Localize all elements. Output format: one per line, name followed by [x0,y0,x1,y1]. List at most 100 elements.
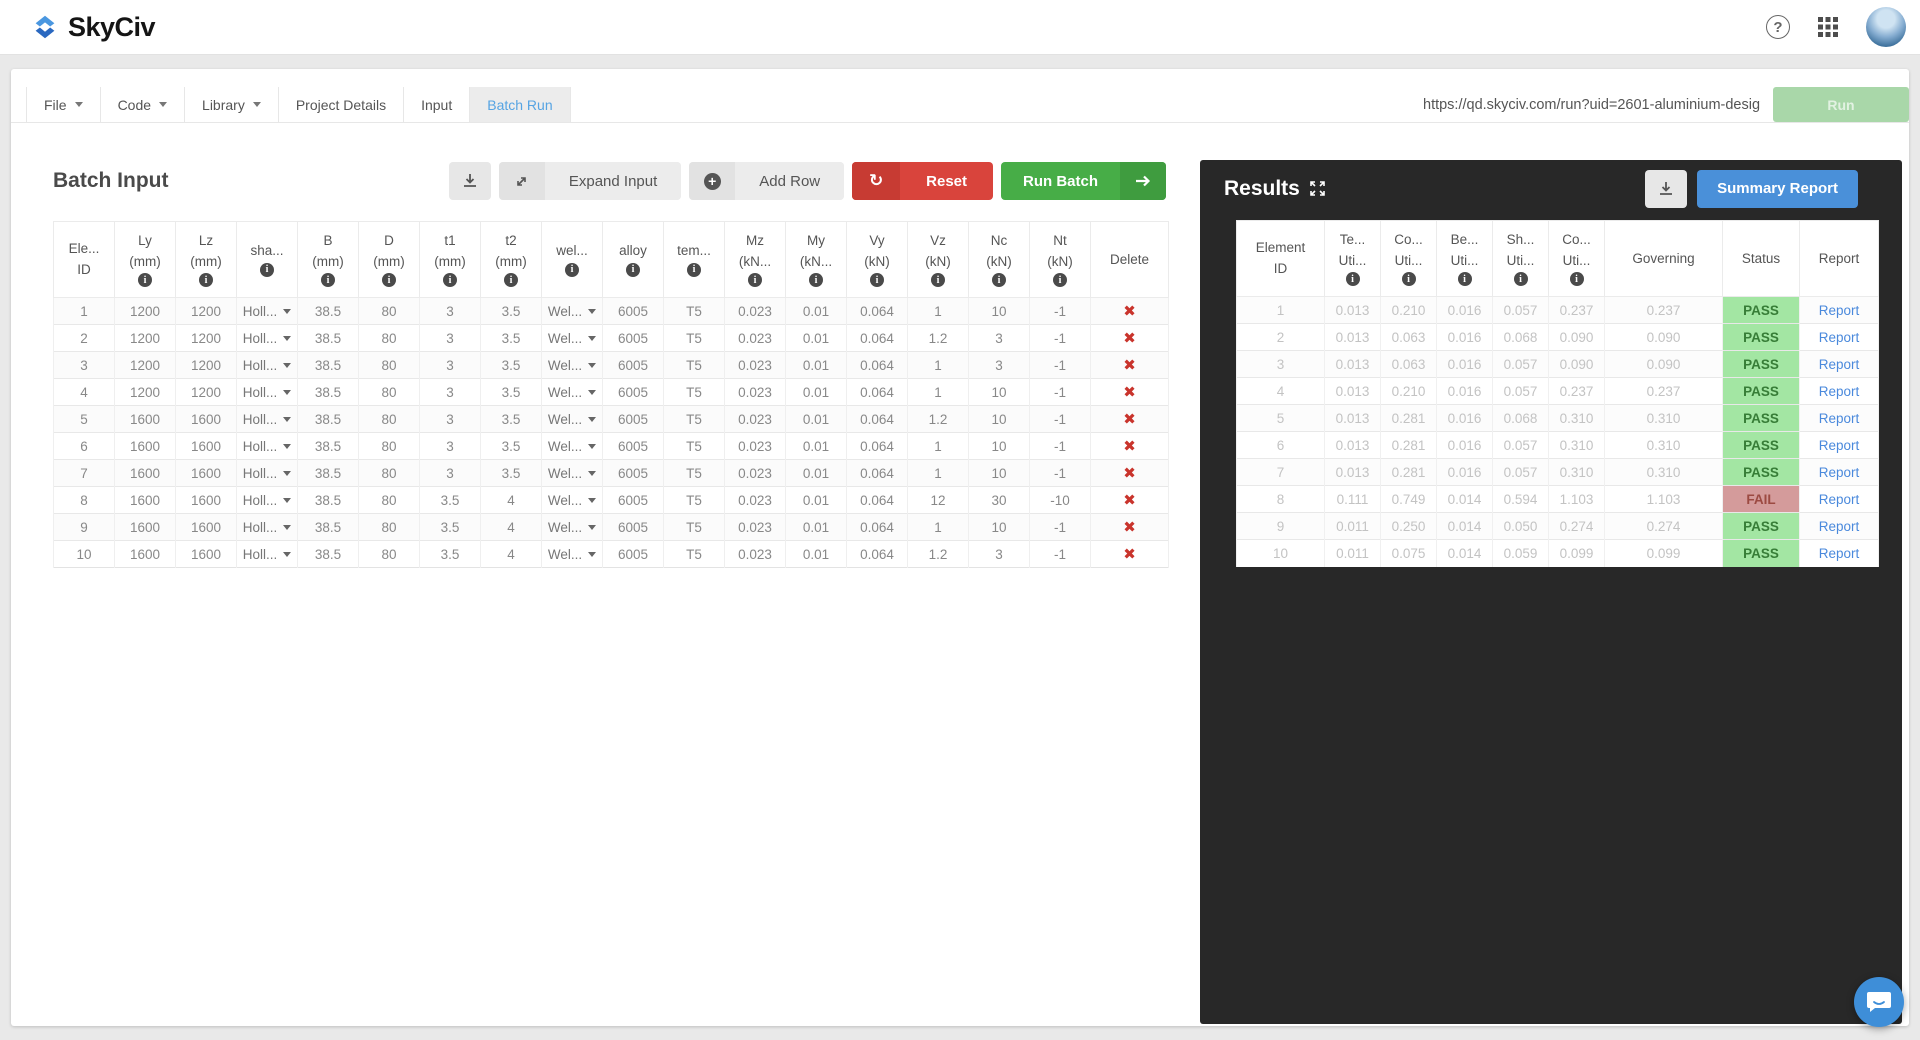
cell-mz[interactable]: 0.023 [725,325,786,352]
cell-weld-dropdown[interactable]: Wel... [548,304,596,319]
cell-nt[interactable]: -1 [1030,433,1091,460]
cell-d[interactable]: 80 [359,352,420,379]
cell-shape[interactable]: Holl... [237,298,298,325]
cell-element_id[interactable]: 4 [54,379,115,406]
cell-vy[interactable]: 0.064 [847,325,908,352]
cell-shape-dropdown[interactable]: Holl... [243,547,292,562]
cell-nt[interactable]: -1 [1030,514,1091,541]
cell-mz[interactable]: 0.023 [725,379,786,406]
cell-nt[interactable]: -1 [1030,460,1091,487]
cell-element_id[interactable]: 2 [54,325,115,352]
report-link[interactable]: Report [1819,384,1860,399]
report-link[interactable]: Report [1819,303,1860,318]
info-icon[interactable]: i [1514,272,1528,286]
cell-d[interactable]: 80 [359,514,420,541]
download-results-button[interactable] [1645,170,1687,208]
cell-vz[interactable]: 1 [908,379,969,406]
cell-element_id[interactable]: 3 [54,352,115,379]
cell-nc[interactable]: 30 [969,487,1030,514]
cell-weld[interactable]: Wel... [542,433,603,460]
cell-vy[interactable]: 0.064 [847,487,908,514]
cell-mz[interactable]: 0.023 [725,406,786,433]
cell-t2[interactable]: 3.5 [481,298,542,325]
info-icon[interactable]: i [748,273,762,287]
cell-shape[interactable]: Holl... [237,379,298,406]
cell-weld-dropdown[interactable]: Wel... [548,439,596,454]
cell-t1[interactable]: 3 [420,406,481,433]
cell-alloy[interactable]: 6005 [603,406,664,433]
expand-input-button[interactable]: Expand Input [499,162,681,200]
report-link[interactable]: Report [1819,465,1860,480]
cell-weld-dropdown[interactable]: Wel... [548,493,596,508]
cell-nc[interactable]: 10 [969,298,1030,325]
cell-shape-dropdown[interactable]: Holl... [243,493,292,508]
cell-nc[interactable]: 3 [969,325,1030,352]
cell-my[interactable]: 0.01 [786,352,847,379]
cell-t1[interactable]: 3 [420,325,481,352]
cell-t1[interactable]: 3.5 [420,487,481,514]
cell-d[interactable]: 80 [359,541,420,568]
cell-alloy[interactable]: 6005 [603,541,664,568]
cell-lz[interactable]: 1200 [176,298,237,325]
delete-row-button[interactable]: ✖ [1123,438,1136,455]
cell-nc[interactable]: 10 [969,406,1030,433]
cell-my[interactable]: 0.01 [786,379,847,406]
cell-element_id[interactable]: 7 [54,460,115,487]
info-icon[interactable]: i [809,273,823,287]
cell-b[interactable]: 38.5 [298,541,359,568]
cell-element_id[interactable]: 6 [54,433,115,460]
delete-row-button[interactable]: ✖ [1123,357,1136,374]
info-icon[interactable]: i [870,273,884,287]
cell-my[interactable]: 0.01 [786,487,847,514]
cell-alloy[interactable]: 6005 [603,487,664,514]
cell-t1[interactable]: 3 [420,352,481,379]
cell-lz[interactable]: 1600 [176,541,237,568]
cell-t2[interactable]: 4 [481,514,542,541]
cell-d[interactable]: 80 [359,487,420,514]
cell-mz[interactable]: 0.023 [725,460,786,487]
cell-ly[interactable]: 1600 [115,541,176,568]
cell-shape-dropdown[interactable]: Holl... [243,331,292,346]
cell-shape[interactable]: Holl... [237,460,298,487]
cell-shape[interactable]: Holl... [237,514,298,541]
cell-vy[interactable]: 0.064 [847,460,908,487]
skyciv-logo[interactable]: SkyCiv [30,12,155,43]
cell-my[interactable]: 0.01 [786,406,847,433]
info-icon[interactable]: i [992,273,1006,287]
cell-shape-dropdown[interactable]: Holl... [243,385,292,400]
cell-my[interactable]: 0.01 [786,298,847,325]
cell-d[interactable]: 80 [359,298,420,325]
report-link[interactable]: Report [1819,492,1860,507]
cell-my[interactable]: 0.01 [786,541,847,568]
cell-vy[interactable]: 0.064 [847,406,908,433]
cell-shape-dropdown[interactable]: Holl... [243,304,292,319]
cell-b[interactable]: 38.5 [298,487,359,514]
cell-vz[interactable]: 1.2 [908,406,969,433]
cell-element_id[interactable]: 10 [54,541,115,568]
cell-element_id[interactable]: 5 [54,406,115,433]
cell-nt[interactable]: -1 [1030,298,1091,325]
cell-alloy[interactable]: 6005 [603,325,664,352]
run-batch-button[interactable]: Run Batch [1001,162,1166,200]
cell-shape[interactable]: Holl... [237,433,298,460]
cell-d[interactable]: 80 [359,406,420,433]
cell-mz[interactable]: 0.023 [725,541,786,568]
cell-lz[interactable]: 1600 [176,460,237,487]
info-icon[interactable]: i [138,273,152,287]
cell-vz[interactable]: 1 [908,298,969,325]
apps-grid-icon[interactable] [1816,15,1840,39]
cell-alloy[interactable]: 6005 [603,460,664,487]
menu-file[interactable]: File [26,87,101,122]
report-link[interactable]: Report [1819,519,1860,534]
delete-row-button[interactable]: ✖ [1123,546,1136,563]
cell-element_id[interactable]: 1 [54,298,115,325]
cell-shape[interactable]: Holl... [237,352,298,379]
delete-row-button[interactable]: ✖ [1123,465,1136,482]
cell-lz[interactable]: 1200 [176,379,237,406]
fullscreen-expand-icon[interactable] [1310,181,1325,196]
cell-ly[interactable]: 1200 [115,325,176,352]
info-icon[interactable]: i [565,263,579,277]
cell-b[interactable]: 38.5 [298,325,359,352]
cell-ly[interactable]: 1600 [115,460,176,487]
cell-vz[interactable]: 1 [908,460,969,487]
